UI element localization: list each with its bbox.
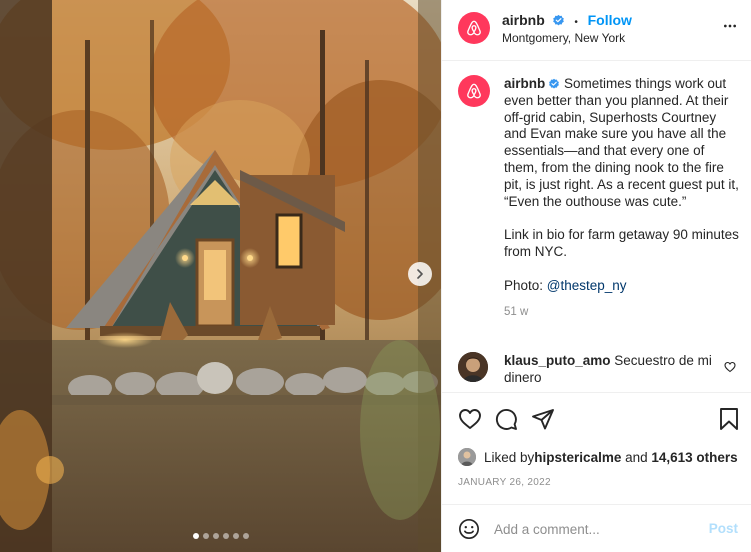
carousel-dot <box>242 533 249 539</box>
post-header: airbnb • Follow Montgomery, New York <box>442 0 751 61</box>
caption-timestamp[interactable]: 51 w <box>504 304 740 321</box>
photo-credit-mention[interactable]: @thestep_ny <box>547 278 627 293</box>
carousel-dot <box>222 533 229 539</box>
photo-credit-label: Photo: <box>504 277 547 293</box>
likes-middle: and <box>621 449 652 465</box>
add-comment-input[interactable] <box>494 518 694 540</box>
liker-username[interactable]: hipstericalme <box>534 450 621 465</box>
next-slide-button[interactable] <box>408 262 432 286</box>
user-avatar-image <box>458 352 488 382</box>
comment-icon <box>495 408 517 430</box>
verified-badge-icon <box>549 78 560 89</box>
post-comment-button[interactable]: Post <box>709 521 738 536</box>
comment-avatar[interactable] <box>458 352 488 382</box>
more-options-button[interactable] <box>722 18 738 37</box>
caption-text: Sometimes things work out even better th… <box>504 76 739 209</box>
header-separator: • <box>574 17 578 28</box>
add-comment-bar: Post <box>442 504 751 552</box>
bookmark-icon <box>720 408 738 430</box>
airbnb-logo-icon <box>467 83 481 99</box>
emoji-button[interactable] <box>458 518 480 543</box>
caption-username[interactable]: airbnb <box>504 76 545 91</box>
location-link[interactable]: Montgomery, New York <box>502 31 625 45</box>
carousel-dot <box>232 533 239 539</box>
user-avatar-image <box>458 448 476 466</box>
caption-link-text: Link in bio for farm getaway 90 minutes … <box>504 227 739 259</box>
post-date[interactable]: JANUARY 26, 2022 <box>458 477 551 488</box>
share-button[interactable] <box>531 407 555 434</box>
avatar[interactable] <box>458 12 490 44</box>
post-caption: airbnb Sometimes things work out even be… <box>504 76 740 321</box>
heart-icon <box>724 361 736 373</box>
caption-avatar[interactable] <box>458 75 490 107</box>
likes-summary: Liked by hipstericalme and 14,613 others <box>458 448 738 466</box>
post-side-panel: airbnb • Follow Montgomery, New York air… <box>441 0 751 552</box>
verified-badge-icon <box>552 14 564 26</box>
heart-icon <box>459 409 481 429</box>
comment-like-button[interactable] <box>724 361 736 376</box>
follow-button[interactable]: Follow <box>588 12 632 28</box>
airbnb-logo-icon <box>467 20 481 36</box>
carousel-dot <box>202 533 209 539</box>
more-horizontal-icon <box>724 24 736 28</box>
like-button[interactable] <box>458 407 482 434</box>
carousel-indicator <box>0 533 441 539</box>
liker-avatar[interactable] <box>458 448 476 466</box>
save-button[interactable] <box>718 407 740 434</box>
carousel-dot <box>212 533 219 539</box>
post-photo[interactable] <box>0 0 441 552</box>
comment-button[interactable] <box>494 407 518 434</box>
comment-username[interactable]: klaus_puto_amo <box>504 353 611 368</box>
carousel-dot <box>192 533 199 539</box>
likes-count-link[interactable]: 14,613 others <box>651 450 737 465</box>
smiley-icon <box>459 519 479 539</box>
post-actions-section: Liked by hipstericalme and 14,613 others… <box>442 392 751 552</box>
send-icon <box>532 409 554 430</box>
header-username[interactable]: airbnb <box>502 12 545 28</box>
cabin-photo-image <box>0 0 441 552</box>
chevron-right-icon <box>417 269 423 279</box>
likes-prefix: Liked by <box>484 449 535 465</box>
